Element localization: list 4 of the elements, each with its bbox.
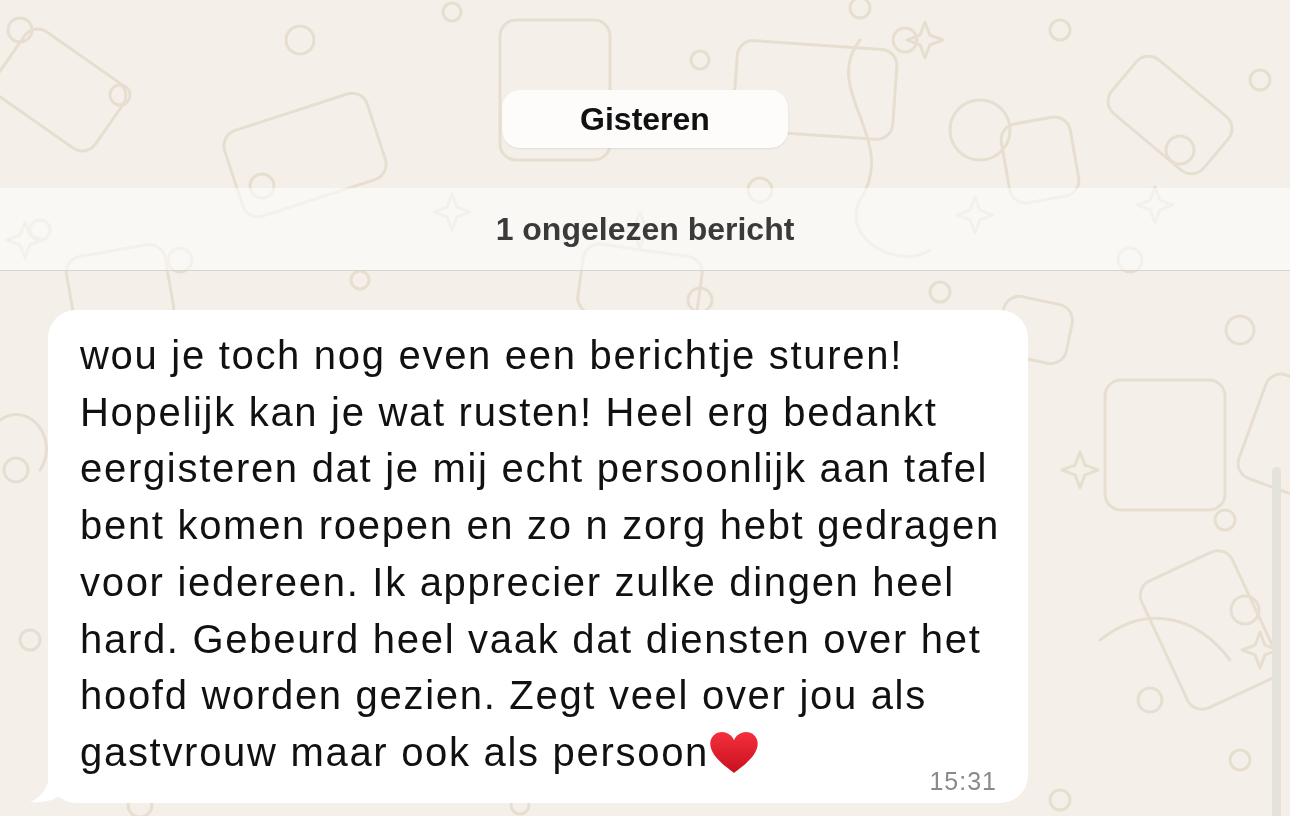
unread-messages-banner: 1 ongelezen bericht	[0, 188, 1290, 271]
date-chip: Gisteren	[502, 90, 788, 148]
message-time: 15:31	[929, 768, 997, 793]
heart-icon	[710, 731, 759, 774]
